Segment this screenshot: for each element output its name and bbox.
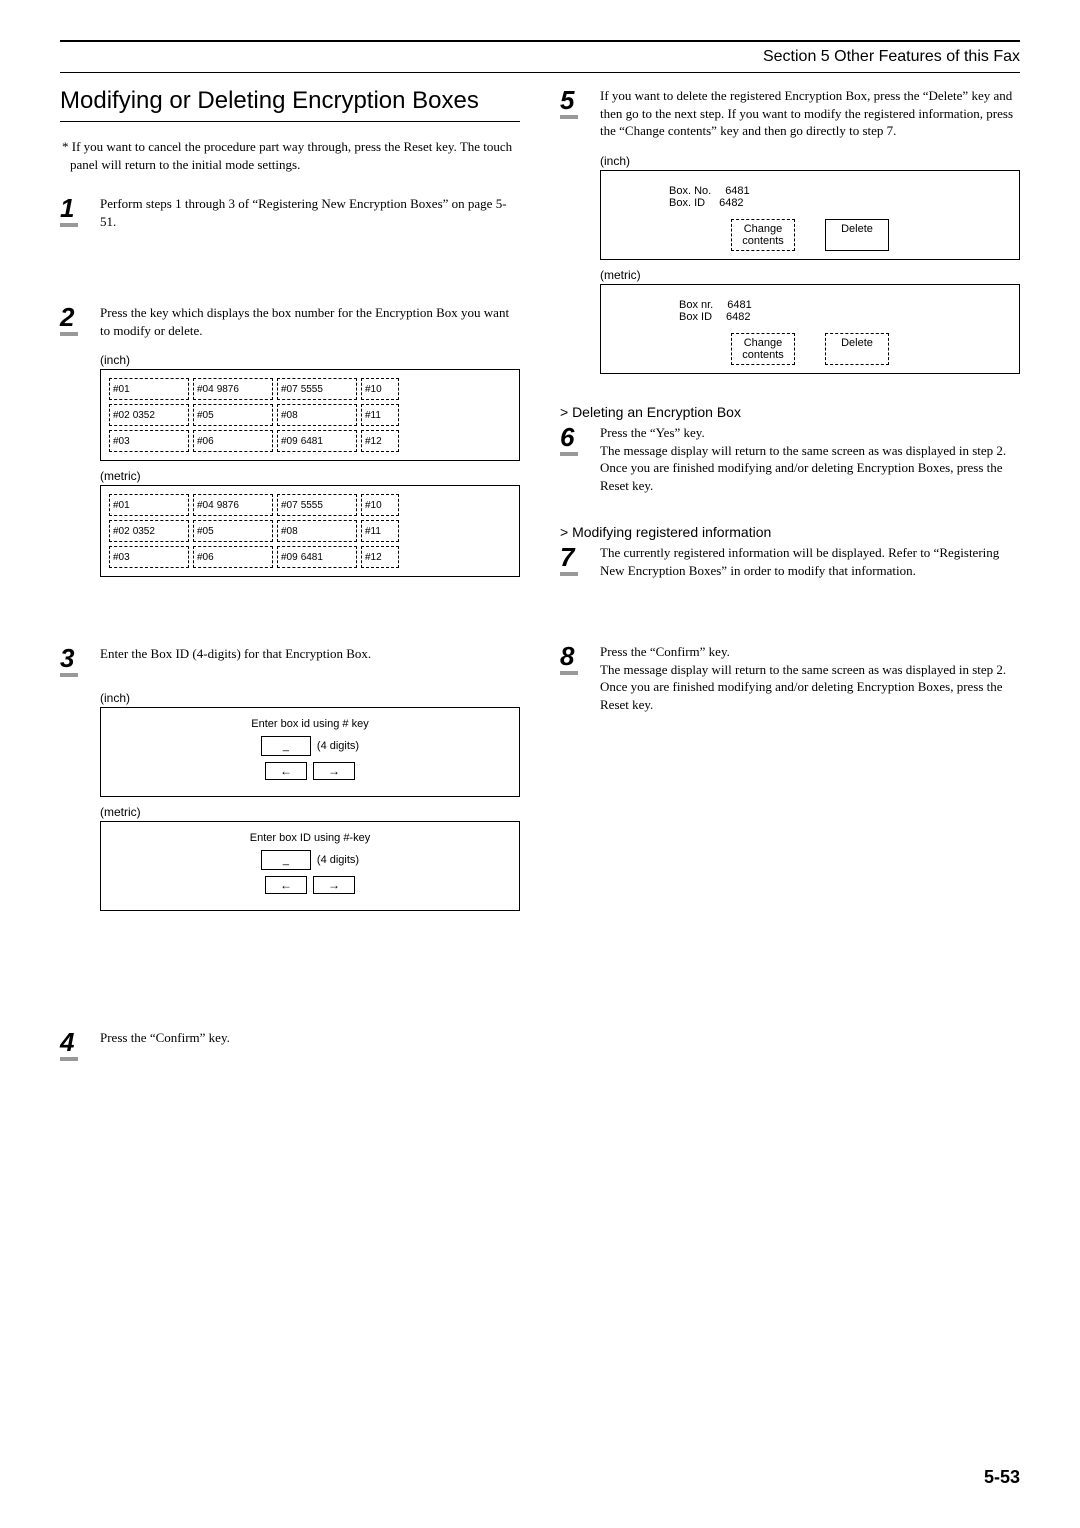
box-slot[interactable]: #075555: [277, 378, 357, 400]
step-3-text: Enter the Box ID (4-digits) for that Enc…: [100, 645, 520, 663]
step-1-number: 1: [60, 195, 78, 227]
inch-label-2: (inch): [100, 691, 520, 705]
metric-label-3: (metric): [600, 268, 1020, 282]
step-5-text: If you want to delete the registered Enc…: [600, 87, 1020, 140]
box-slot[interactable]: #06: [193, 546, 273, 568]
box-slot[interactable]: #10: [361, 494, 399, 516]
box-slot[interactable]: #03: [109, 430, 189, 452]
step-3-number: 3: [60, 645, 78, 677]
change-contents-button[interactable]: Change contents: [731, 219, 795, 251]
box-slot[interactable]: #12: [361, 430, 399, 452]
id-panel-metric: Enter box ID using #-key _ (4 digits) ← …: [100, 821, 520, 911]
delete-button[interactable]: Delete: [825, 333, 889, 365]
id-input[interactable]: _: [261, 850, 311, 870]
digits-hint: (4 digits): [317, 854, 359, 866]
step-4-text: Press the “Confirm” key.: [100, 1029, 520, 1047]
metric-label: (metric): [100, 469, 520, 483]
arrow-right-button[interactable]: →: [313, 762, 355, 780]
box-slot[interactable]: #08: [277, 520, 357, 542]
arrow-right-button[interactable]: →: [313, 876, 355, 894]
arrow-left-button[interactable]: ←: [265, 876, 307, 894]
left-column: Modifying or Deleting Encryption Boxes *…: [60, 87, 520, 1075]
step-8-text: Press the “Confirm” key. The message dis…: [600, 643, 1020, 713]
box-slot[interactable]: #049876: [193, 378, 273, 400]
box-id-label: Box. ID: [669, 197, 705, 209]
step-6-text: Press the “Yes” key. The message display…: [600, 424, 1020, 494]
box-slot[interactable]: #075555: [277, 494, 357, 516]
box-no-value: 6481: [727, 299, 751, 311]
box-slot[interactable]: #03: [109, 546, 189, 568]
step-5-number: 5: [560, 87, 578, 119]
step-2-number: 2: [60, 304, 78, 336]
box-slot[interactable]: #11: [361, 520, 399, 542]
box-slot[interactable]: #020352: [109, 520, 189, 542]
box-no-label: Box nr.: [679, 299, 713, 311]
metric-label-2: (metric): [100, 805, 520, 819]
step-6-number: 6: [560, 424, 578, 456]
step-1-text: Perform steps 1 through 3 of “Registerin…: [100, 195, 520, 230]
box-no-label: Box. No.: [669, 185, 711, 197]
confirm-panel-metric: Box nr. 6481 Box ID 6482 Change contents D…: [600, 284, 1020, 374]
id-prompt: Enter box id using # key: [101, 718, 519, 730]
box-slot[interactable]: #11: [361, 404, 399, 426]
section-header: Section 5 Other Features of this Fax: [60, 44, 1020, 72]
id-panel-inch: Enter box id using # key _ (4 digits) ← …: [100, 707, 520, 797]
inch-label: (inch): [100, 353, 520, 367]
deleting-subheading: > Deleting an Encryption Box: [560, 404, 1020, 420]
change-contents-button[interactable]: Change contents: [731, 333, 795, 365]
step-4-number: 4: [60, 1029, 78, 1061]
box-slot[interactable]: #01: [109, 378, 189, 400]
box-id-value: 6482: [719, 197, 743, 209]
arrow-left-button[interactable]: ←: [265, 762, 307, 780]
step-2-text: Press the key which displays the box num…: [100, 304, 520, 339]
confirm-panel-inch: Box. No. 6481 Box. ID 6482 Change contents…: [600, 170, 1020, 260]
box-id-label: Box ID: [679, 311, 712, 323]
step-8-number: 8: [560, 643, 578, 675]
digits-hint: (4 digits): [317, 740, 359, 752]
box-slot[interactable]: #01: [109, 494, 189, 516]
box-grid-inch: #01 #049876 #075555 #10 #020352 #05 #08 …: [100, 369, 520, 461]
box-slot[interactable]: #12: [361, 546, 399, 568]
box-slot[interactable]: #096481: [277, 430, 357, 452]
id-input[interactable]: _: [261, 736, 311, 756]
box-slot[interactable]: #06: [193, 430, 273, 452]
box-slot[interactable]: #096481: [277, 546, 357, 568]
step-7-number: 7: [560, 544, 578, 576]
step-7-text: The currently registered information wil…: [600, 544, 1020, 579]
right-column: 5 If you want to delete the registered E…: [560, 87, 1020, 1075]
id-prompt: Enter box ID using #-key: [101, 832, 519, 844]
page-title: Modifying or Deleting Encryption Boxes: [60, 87, 520, 115]
box-slot[interactable]: #05: [193, 520, 273, 542]
delete-button[interactable]: Delete: [825, 219, 889, 251]
box-no-value: 6481: [725, 185, 749, 197]
box-id-value: 6482: [726, 311, 750, 323]
box-slot[interactable]: #020352: [109, 404, 189, 426]
box-slot[interactable]: #049876: [193, 494, 273, 516]
page-number: 5-53: [984, 1467, 1020, 1488]
box-grid-metric: #01 #049876 #075555 #10 #020352 #05 #08 …: [100, 485, 520, 577]
box-slot[interactable]: #10: [361, 378, 399, 400]
inch-label-3: (inch): [600, 154, 1020, 168]
cancel-note: * If you want to cancel the procedure pa…: [60, 138, 520, 173]
modifying-subheading: > Modifying registered information: [560, 524, 1020, 540]
box-slot[interactable]: #08: [277, 404, 357, 426]
box-slot[interactable]: #05: [193, 404, 273, 426]
